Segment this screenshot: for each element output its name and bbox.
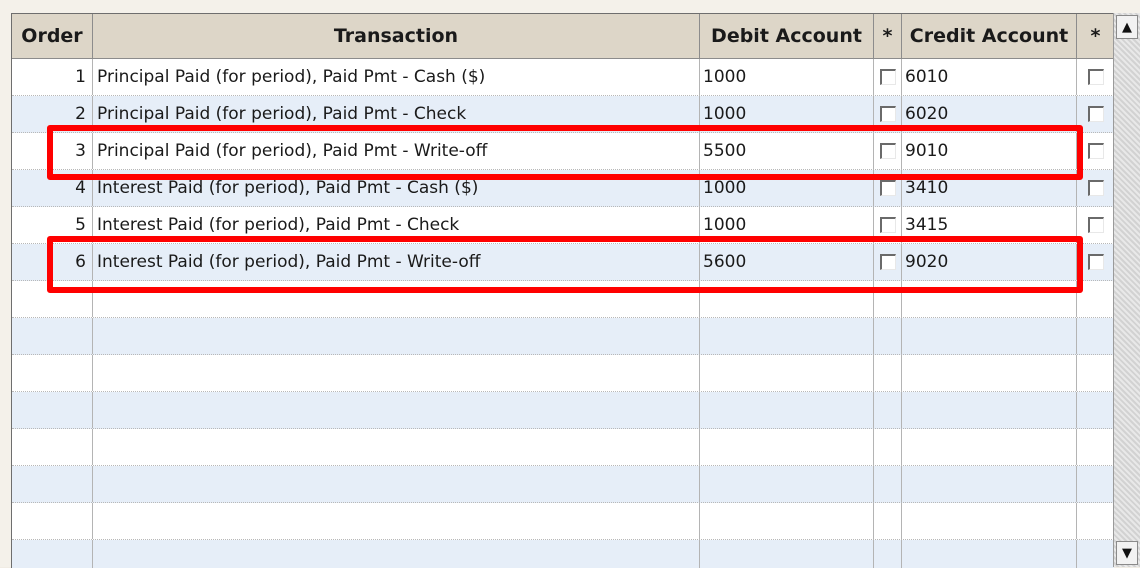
order-cell[interactable] [12, 540, 93, 568]
credit-account-cell[interactable] [902, 466, 1077, 502]
debit-flag-checkbox[interactable] [879, 69, 896, 85]
column-header-credit-account[interactable]: Credit Account [902, 14, 1077, 58]
highlight-box-row-6 [47, 236, 1083, 293]
table-row[interactable]: 1 Principal Paid (for period), Paid Pmt -… [12, 59, 1114, 96]
debit-account-cell[interactable] [700, 355, 874, 391]
debit-flag-checkbox[interactable] [879, 106, 896, 122]
credit-flag-cell[interactable] [1077, 392, 1114, 428]
debit-flag-cell[interactable] [874, 503, 902, 539]
empty-table-row[interactable] [12, 503, 1114, 540]
triangle-down-icon[interactable]: ▼ [1116, 541, 1138, 565]
credit-flag-checkbox[interactable] [1087, 106, 1104, 122]
column-header-debit-account[interactable]: Debit Account [700, 14, 874, 58]
debit-flag-checkbox[interactable] [879, 217, 896, 233]
debit-account-cell[interactable] [700, 318, 874, 354]
credit-flag-cell[interactable] [1077, 503, 1114, 539]
credit-flag-cell[interactable] [1077, 318, 1114, 354]
credit-flag-checkbox[interactable] [1087, 180, 1104, 196]
debit-account-cell[interactable] [700, 392, 874, 428]
debit-flag-cell[interactable] [874, 540, 902, 568]
debit-account-cell[interactable] [700, 540, 874, 568]
credit-flag-cell[interactable] [1077, 466, 1114, 502]
credit-account-cell[interactable]: 6010 [902, 59, 1077, 95]
transaction-cell[interactable] [93, 540, 700, 568]
transaction-cell[interactable] [93, 392, 700, 428]
column-header-order[interactable]: Order [12, 14, 93, 58]
highlight-box-row-3 [47, 125, 1083, 180]
credit-account-cell[interactable] [902, 503, 1077, 539]
transaction-cell[interactable] [93, 429, 700, 465]
debit-flag-cell[interactable] [874, 318, 902, 354]
transaction-cell[interactable]: Principal Paid (for period), Paid Pmt - … [93, 59, 700, 95]
order-cell[interactable] [12, 466, 93, 502]
credit-flag-cell[interactable] [1077, 540, 1114, 568]
debit-account-cell[interactable]: 1000 [700, 59, 874, 95]
order-cell[interactable]: 1 [12, 59, 93, 95]
debit-account-cell[interactable] [700, 429, 874, 465]
empty-table-row[interactable] [12, 466, 1114, 503]
credit-account-cell[interactable] [902, 355, 1077, 391]
credit-flag-cell[interactable] [1077, 429, 1114, 465]
empty-table-row[interactable] [12, 540, 1114, 568]
transaction-cell[interactable] [93, 318, 700, 354]
credit-flag-cell[interactable] [1077, 59, 1114, 95]
debit-flag-cell[interactable] [874, 59, 902, 95]
transaction-cell[interactable] [93, 466, 700, 502]
credit-flag-cell[interactable] [1077, 355, 1114, 391]
credit-flag-checkbox[interactable] [1087, 69, 1104, 85]
credit-flag-checkbox[interactable] [1087, 217, 1104, 233]
debit-account-cell[interactable] [700, 466, 874, 502]
debit-flag-cell[interactable] [874, 429, 902, 465]
order-cell[interactable] [12, 318, 93, 354]
order-cell[interactable] [12, 392, 93, 428]
triangle-up-icon[interactable]: ▲ [1116, 15, 1138, 39]
column-header-credit-star[interactable]: * [1077, 14, 1114, 58]
order-cell[interactable] [12, 355, 93, 391]
debit-flag-cell[interactable] [874, 355, 902, 391]
credit-flag-checkbox[interactable] [1087, 143, 1104, 159]
transaction-cell[interactable] [93, 355, 700, 391]
empty-table-row[interactable] [12, 355, 1114, 392]
credit-flag-checkbox[interactable] [1087, 254, 1104, 270]
empty-table-row[interactable] [12, 318, 1114, 355]
column-header-transaction[interactable]: Transaction [93, 14, 700, 58]
transaction-cell[interactable] [93, 503, 700, 539]
credit-account-cell[interactable] [902, 318, 1077, 354]
credit-account-cell[interactable] [902, 540, 1077, 568]
grid-header: Order Transaction Debit Account * Credit… [12, 14, 1114, 59]
order-cell[interactable] [12, 429, 93, 465]
account-mapping-window: Order Transaction Debit Account * Credit… [0, 0, 1140, 568]
empty-table-row[interactable] [12, 392, 1114, 429]
empty-table-row[interactable] [12, 429, 1114, 466]
debit-flag-checkbox[interactable] [879, 180, 896, 196]
column-header-debit-star[interactable]: * [874, 14, 902, 58]
debit-account-cell[interactable] [700, 503, 874, 539]
credit-account-cell[interactable] [902, 429, 1077, 465]
vertical-scrollbar[interactable]: ▲ ▼ [1113, 13, 1140, 567]
debit-flag-cell[interactable] [874, 466, 902, 502]
debit-flag-cell[interactable] [874, 392, 902, 428]
order-cell[interactable] [12, 503, 93, 539]
credit-account-cell[interactable] [902, 392, 1077, 428]
